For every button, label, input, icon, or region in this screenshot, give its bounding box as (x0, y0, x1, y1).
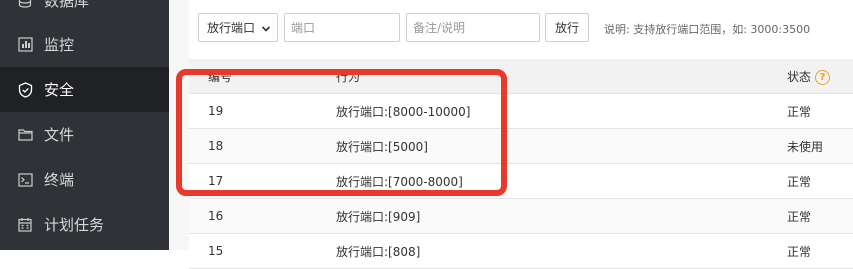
shield-icon (17, 81, 33, 98)
col-id-header: 编号 (189, 59, 318, 94)
rule-id: 16 (189, 198, 318, 234)
table-row: 15 放行端口:[808] 正常 (189, 233, 853, 269)
col-action-header: 行为 (318, 59, 787, 94)
rule-action: 放行端口:[5000] (318, 128, 787, 164)
sidebar: 数据库 监控 安全 文件 终端 计划任务 (0, 0, 169, 250)
rule-id: 15 (189, 233, 318, 269)
table-row: 18 放行端口:[5000] 未使用 (189, 128, 853, 164)
rule-action: 放行端口:[808] (318, 233, 787, 269)
sidebar-item-label: 计划任务 (44, 216, 105, 234)
status-header-label: 状态 (787, 69, 812, 84)
rule-status: 正常 (787, 163, 853, 199)
rule-id: 17 (189, 163, 318, 199)
note-input[interactable] (406, 13, 540, 42)
port-input[interactable] (284, 13, 400, 42)
rule-action: 放行端口:[8000-10000] (318, 93, 787, 129)
sidebar-item-security[interactable]: 安全 (0, 67, 169, 112)
rule-id: 19 (189, 93, 318, 129)
firewall-panel: 放行端口 放行 说明: 支持放行端口范围，如: 3000:3500 编号 行为 … (189, 0, 853, 269)
sidebar-item-label: 文件 (44, 126, 75, 144)
sidebar-item-label: 安全 (44, 81, 75, 99)
rule-status: 正常 (787, 233, 853, 269)
sidebar-item-monitor[interactable]: 监控 (0, 22, 169, 67)
table-header-row: 编号 行为 状态? (189, 59, 853, 94)
folder-icon (17, 127, 33, 143)
rule-status: 正常 (787, 93, 853, 129)
calendar-icon (17, 217, 33, 233)
hint-text: 说明: 支持放行端口范围，如: 3000:3500 (604, 23, 811, 36)
sidebar-item-database[interactable]: 数据库 (0, 0, 169, 23)
sidebar-item-files[interactable]: 文件 (0, 112, 169, 157)
sidebar-item-label: 数据库 (44, 0, 90, 10)
allow-button[interactable]: 放行 (545, 13, 589, 42)
rule-action: 放行端口:[909] (318, 198, 787, 234)
table-row: 17 放行端口:[7000-8000] 正常 (189, 163, 853, 199)
sidebar-item-cron[interactable]: 计划任务 (0, 202, 169, 247)
rule-action: 放行端口:[7000-8000] (318, 163, 787, 199)
sidebar-item-label: 终端 (44, 171, 75, 189)
select-value: 放行端口 (207, 21, 256, 35)
rules-table: 编号 行为 状态? 19 放行端口:[8000-10000] 正常 18 放行端… (189, 59, 853, 269)
table-row: 16 放行端口:[909] 正常 (189, 198, 853, 234)
database-icon (17, 0, 33, 9)
sidebar-item-terminal[interactable]: 终端 (0, 157, 169, 202)
main-content: 放行端口 放行 说明: 支持放行端口范围，如: 3000:3500 编号 行为 … (169, 0, 853, 269)
help-icon[interactable]: ? (815, 69, 831, 85)
rule-type-select[interactable]: 放行端口 (198, 13, 278, 42)
rule-status: 未使用 (787, 128, 853, 164)
monitor-icon (17, 37, 33, 53)
terminal-icon (17, 172, 33, 188)
chevron-down-icon (261, 23, 271, 37)
rule-status: 正常 (787, 198, 853, 234)
col-status-header: 状态? (787, 59, 853, 94)
rule-id: 18 (189, 128, 318, 164)
sidebar-item-label: 监控 (44, 36, 75, 54)
table-row: 19 放行端口:[8000-10000] 正常 (189, 93, 853, 129)
